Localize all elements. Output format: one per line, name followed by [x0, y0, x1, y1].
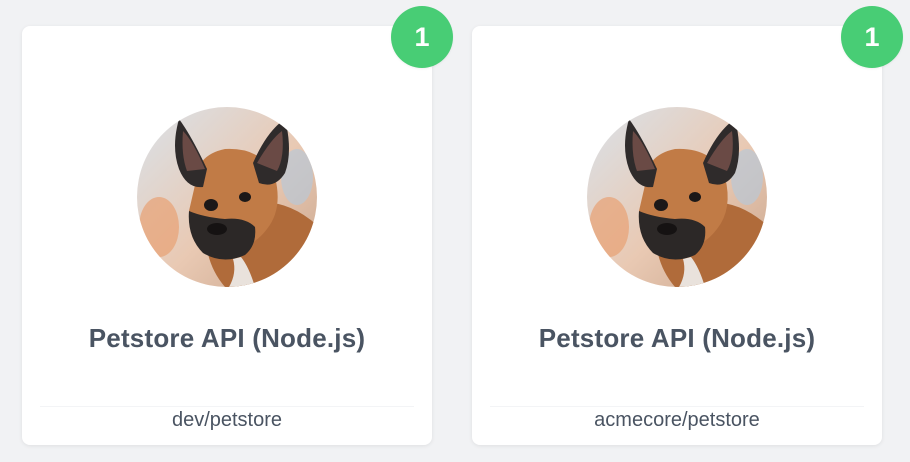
card-subtitle: dev/petstore	[171, 409, 283, 431]
card-title: Petstore API (Node.js)	[538, 323, 816, 353]
card-subtitle: acmecore/petstore	[594, 409, 760, 431]
api-card[interactable]: Petstore API (Node.js) dev/petstore 1	[22, 6, 453, 445]
count-badge: 1	[391, 6, 453, 68]
card-title: Petstore API (Node.js)	[88, 323, 366, 353]
dog-avatar-icon	[587, 107, 767, 287]
api-card[interactable]: Petstore API (Node.js) acmecore/petstore…	[472, 6, 903, 445]
dog-avatar-icon	[137, 107, 317, 287]
count-badge: 1	[841, 6, 903, 68]
